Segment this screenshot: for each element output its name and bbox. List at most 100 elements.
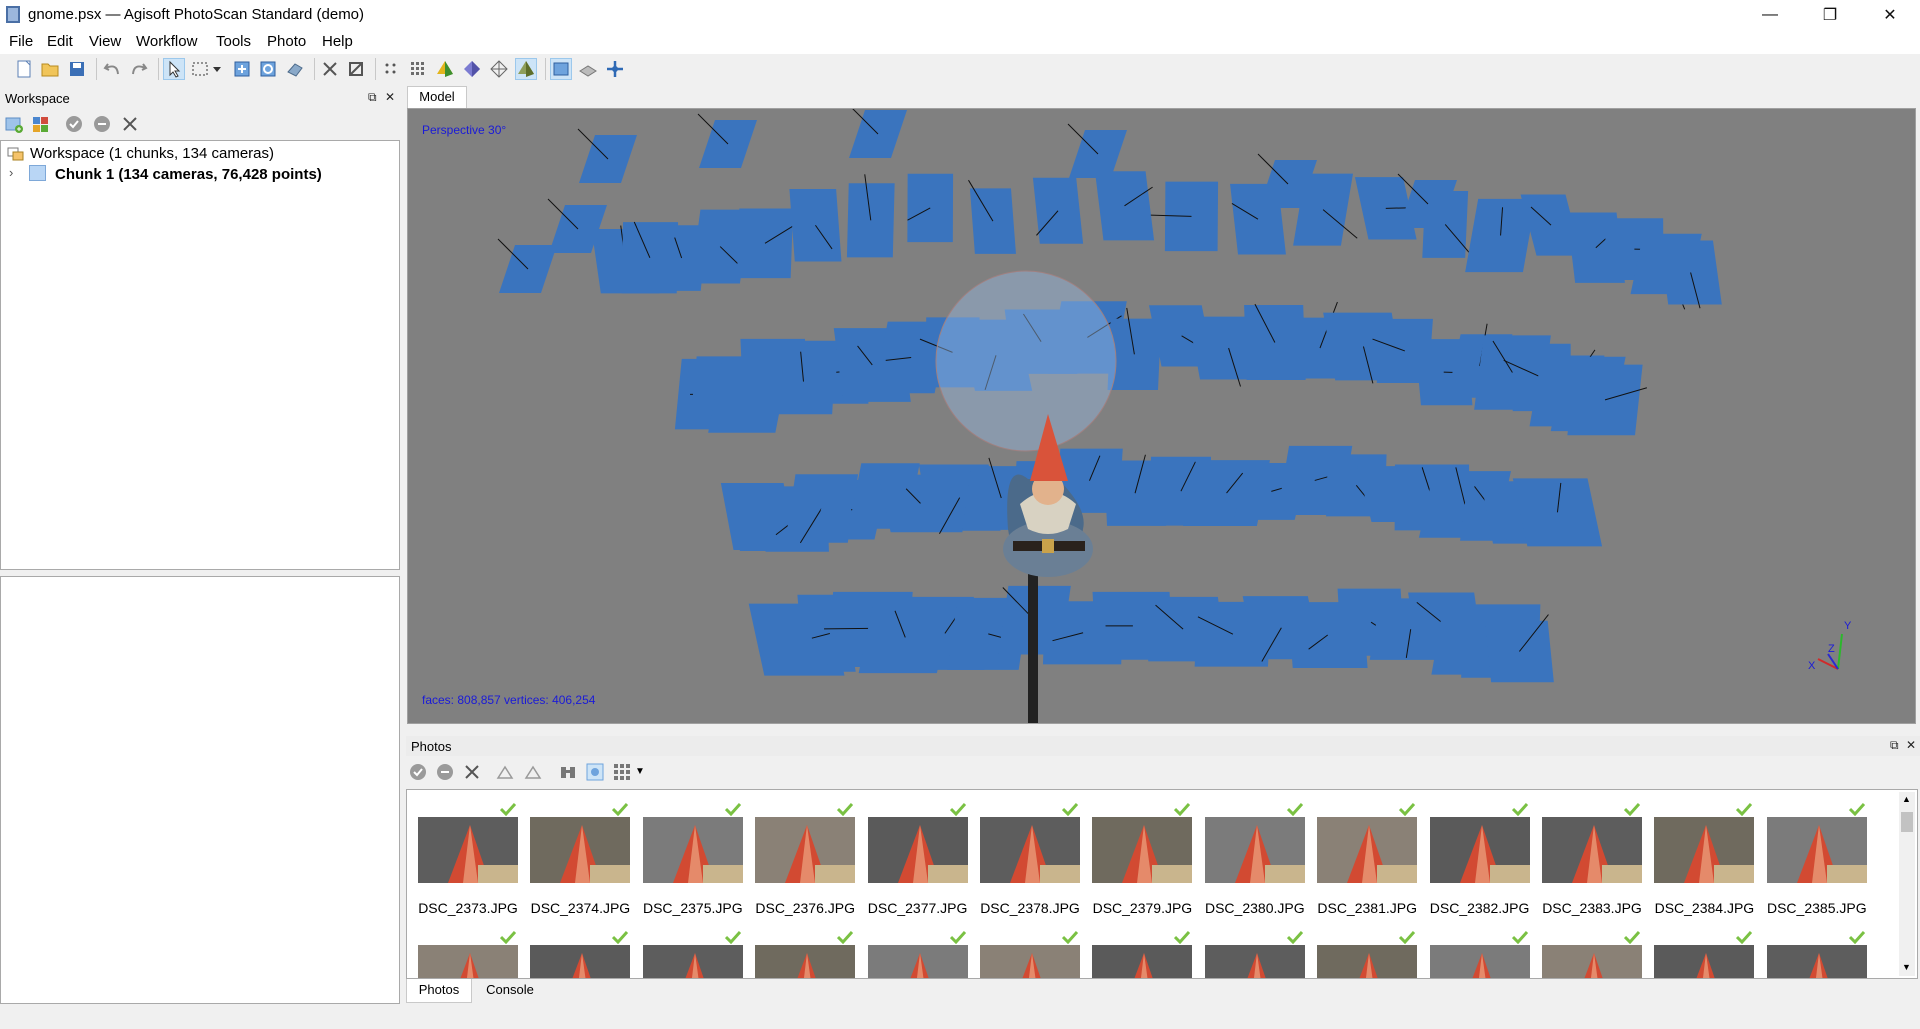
photo-thumbnail[interactable] <box>530 945 631 978</box>
tab-console[interactable]: Console <box>474 979 546 1003</box>
photo-thumbnail[interactable] <box>1429 817 1530 883</box>
photo-thumbnail[interactable] <box>642 817 743 883</box>
tab-photos[interactable]: Photos <box>406 979 472 1003</box>
photo-thumbnail[interactable] <box>755 817 856 883</box>
delete-selection-icon[interactable] <box>319 58 341 80</box>
rectangle-selection-icon[interactable] <box>189 58 211 80</box>
photo-thumbnail[interactable] <box>1204 817 1305 883</box>
photo-thumbnail[interactable] <box>1317 817 1418 883</box>
rotate-region-icon[interactable] <box>257 58 279 80</box>
photo-thumbnail[interactable] <box>418 817 518 883</box>
photo-thumbnail[interactable] <box>530 817 631 883</box>
chevron-down-icon[interactable]: ▼ <box>635 766 645 777</box>
navigation-icon[interactable] <box>604 58 626 80</box>
model-viewport[interactable]: Perspective 30° faces: 808,857 vertices:… <box>407 108 1916 724</box>
restore-button[interactable]: ❐ <box>1800 0 1860 30</box>
workspace-root-item[interactable]: Workspace (1 chunks, 134 cameras) <box>30 145 274 162</box>
photo-filename: DSC_2376.JPG <box>755 900 855 916</box>
shaded-model-icon[interactable] <box>434 58 456 80</box>
vertical-scrollbar[interactable]: ▲ ▼ <box>1899 792 1915 976</box>
enable-icon[interactable] <box>409 763 427 785</box>
app-icon <box>6 6 20 23</box>
photo-thumbnail[interactable] <box>1429 945 1530 978</box>
photo-thumbnail[interactable] <box>1092 945 1193 978</box>
photo-thumbnail[interactable] <box>1317 945 1418 978</box>
axis-y-label: Y <box>1844 620 1852 632</box>
photo-thumbnail[interactable] <box>1092 817 1193 883</box>
photo-thumbnail[interactable] <box>1766 945 1867 978</box>
menu-edit[interactable]: Edit <box>47 33 73 50</box>
menu-view[interactable]: View <box>89 33 121 50</box>
point-cloud-icon[interactable] <box>380 58 402 80</box>
crop-icon[interactable] <box>345 58 367 80</box>
open-icon[interactable] <box>39 58 61 80</box>
view-mode-icon[interactable] <box>613 763 631 785</box>
show-region-icon[interactable] <box>577 58 599 80</box>
resize-region-icon[interactable] <box>231 58 253 80</box>
photo-thumbnail[interactable] <box>418 945 518 978</box>
photo-thumbnail[interactable] <box>755 945 856 978</box>
camera-plane <box>1512 478 1603 547</box>
scroll-thumb[interactable] <box>1901 812 1913 832</box>
dropdown-icon[interactable] <box>211 58 223 80</box>
minimize-button[interactable]: — <box>1740 0 1800 30</box>
close-panel-icon[interactable]: ✕ <box>385 90 395 104</box>
select-icon[interactable] <box>163 58 185 80</box>
photo-filename: DSC_2377.JPG <box>867 900 968 916</box>
camera-view-icon[interactable] <box>586 763 604 785</box>
dense-cloud-icon[interactable] <box>407 58 429 80</box>
photo-filename: DSC_2378.JPG <box>980 900 1080 916</box>
disable-icon[interactable] <box>93 115 111 137</box>
photo-thumbnail[interactable] <box>1542 945 1642 978</box>
aligned-check-icon <box>1061 802 1079 817</box>
save-icon[interactable] <box>66 58 88 80</box>
textured-model-icon[interactable] <box>515 58 537 80</box>
photo-thumbnail[interactable] <box>867 817 968 883</box>
show-cameras-icon[interactable] <box>550 58 572 80</box>
undo-icon[interactable] <box>101 58 123 80</box>
add-photos-icon[interactable] <box>32 115 50 137</box>
photo-thumbnail[interactable] <box>980 817 1080 883</box>
menu-file[interactable]: File <box>9 33 33 50</box>
chunk-item[interactable]: Chunk 1 (134 cameras, 76,428 points) <box>55 166 322 183</box>
aligned-check-icon <box>1736 930 1753 945</box>
rotate-right-icon[interactable] <box>524 763 542 785</box>
disable-icon[interactable] <box>436 763 454 785</box>
photo-thumbnail[interactable] <box>1204 945 1305 978</box>
close-button[interactable]: ✕ <box>1860 0 1920 30</box>
enable-icon[interactable] <box>65 115 83 137</box>
remove-icon[interactable] <box>121 115 139 137</box>
float-icon[interactable]: ⧉ <box>368 90 377 105</box>
filter-icon[interactable] <box>559 763 577 785</box>
float-icon[interactable]: ⧉ <box>1890 738 1899 753</box>
photo-thumbnail[interactable] <box>1542 817 1642 883</box>
rotate-left-icon[interactable] <box>496 763 514 785</box>
menu-tools[interactable]: Tools <box>216 33 251 50</box>
aligned-check-icon <box>612 802 629 817</box>
photo-thumbnail[interactable] <box>1654 945 1755 978</box>
photo-thumbnail[interactable] <box>1654 817 1755 883</box>
scroll-down-icon[interactable]: ▼ <box>1902 962 1911 972</box>
new-icon[interactable] <box>13 58 35 80</box>
photo-thumbnail[interactable] <box>642 945 743 978</box>
menu-help[interactable]: Help <box>322 33 353 50</box>
photos-header: Photos ⧉ ✕ <box>406 736 1920 756</box>
redo-icon[interactable] <box>128 58 150 80</box>
add-chunk-icon[interactable] <box>5 115 23 137</box>
close-panel-icon[interactable]: ✕ <box>1906 738 1916 752</box>
solid-model-icon[interactable] <box>461 58 483 80</box>
photo-filename: DSC_2383.JPG <box>1542 900 1642 916</box>
menu-workflow[interactable]: Workflow <box>136 33 197 50</box>
expand-arrow-icon[interactable]: › <box>9 165 13 180</box>
camera-plane <box>969 188 1016 254</box>
menu-photo[interactable]: Photo <box>267 33 306 50</box>
remove-icon[interactable] <box>463 763 481 785</box>
wireframe-icon[interactable] <box>488 58 510 80</box>
axis-z-label: Z <box>1828 643 1835 655</box>
tab-model[interactable]: Model <box>407 86 467 108</box>
photo-thumbnail[interactable] <box>1766 817 1867 883</box>
photo-thumbnail[interactable] <box>867 945 968 978</box>
photo-thumbnail[interactable] <box>980 945 1080 978</box>
scroll-up-icon[interactable]: ▲ <box>1902 794 1911 804</box>
rotate-object-icon[interactable] <box>284 58 306 80</box>
